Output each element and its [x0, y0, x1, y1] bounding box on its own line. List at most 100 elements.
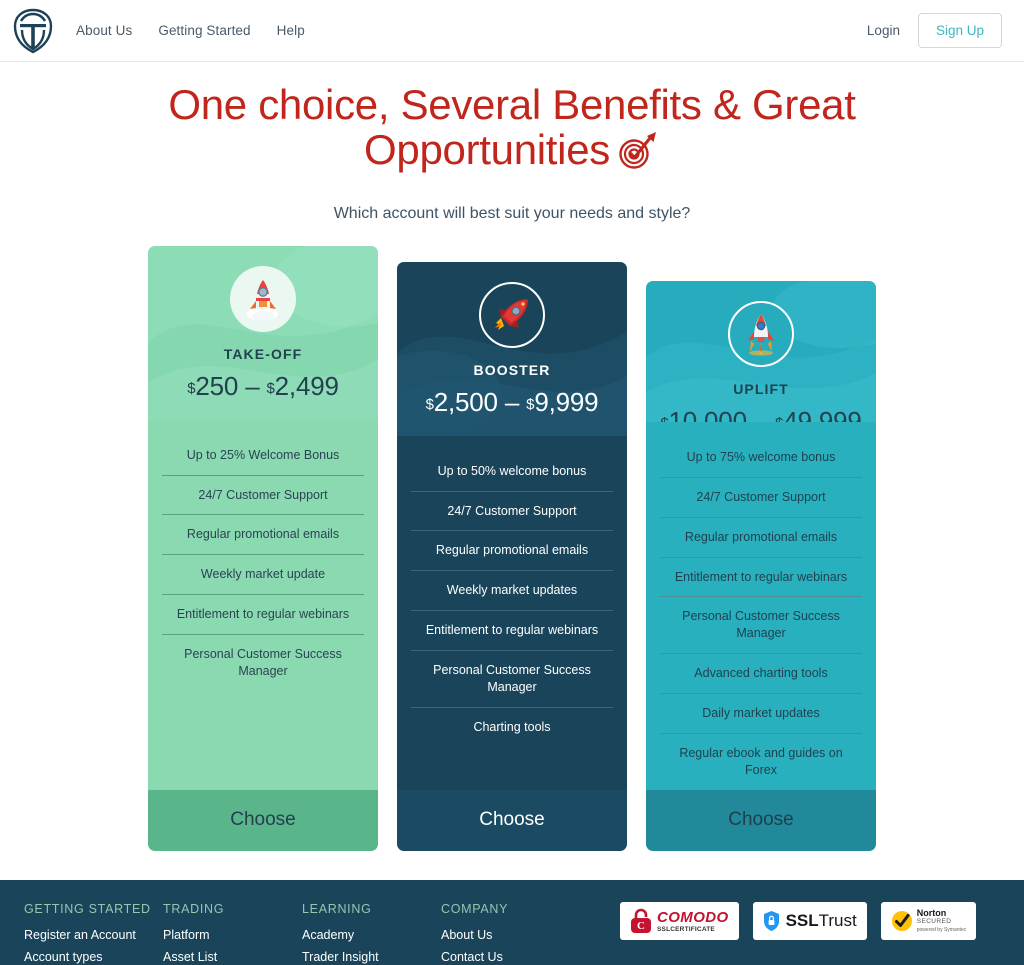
price-separator: –: [504, 386, 520, 417]
feature-item: Entitlement to regular webinars: [660, 556, 862, 597]
feature-item: Regular promotional emails: [411, 530, 613, 570]
comodo-ssl-badge[interactable]: C COMODO SSLCERTIFICATE: [620, 902, 739, 940]
page-title: One choice, Several Benefits & Great Opp…: [162, 82, 862, 179]
plan-icon-badge-take-off: [230, 265, 296, 332]
feature-list-booster: Up to 50% welcome bonus 24/7 Customer Su…: [397, 435, 627, 790]
feature-item: Personal Customer Success Manager: [660, 596, 862, 653]
price-min: 250: [195, 370, 239, 401]
sign-up-button[interactable]: Sign Up: [917, 13, 1002, 48]
hero-subtitle: Which account will best suit your needs …: [333, 204, 691, 222]
plan-price-uplift: $10,000 – $49,999: [646, 406, 876, 422]
plan-price-booster: $2,500 – $9,999: [397, 387, 627, 436]
feature-list-take-off: Up to 25% Welcome Bonus 24/7 Customer Su…: [148, 419, 378, 790]
top-navigation-bar: About Us Getting Started Help Login Sign…: [0, 0, 1024, 62]
feature-item: 24/7 Customer Support: [162, 474, 364, 515]
feature-item: Up to 25% Welcome Bonus: [186, 447, 340, 462]
footer-heading: TRADING: [163, 902, 225, 916]
feature-item: Regular promotional emails: [660, 516, 862, 557]
plan-name-booster: BOOSTER: [473, 361, 551, 378]
feature-item: Up to 50% welcome bonus: [437, 463, 587, 478]
ssl-shield-icon: [763, 911, 779, 931]
choose-button-take-off[interactable]: Choose: [148, 789, 378, 851]
price-max: 2,499: [274, 370, 339, 401]
currency-symbol: $: [660, 415, 668, 422]
feature-item: Regular promotional emails: [162, 514, 364, 554]
comodo-subtitle: SSLCERTIFICATE: [657, 926, 729, 933]
nav-link-about-us[interactable]: About Us: [76, 23, 132, 38]
footer-column-getting-started: GETTING STARTED Register an Account Acco…: [24, 902, 163, 965]
nav-link-help[interactable]: Help: [277, 23, 305, 38]
choose-button-booster[interactable]: Choose: [397, 789, 627, 851]
comodo-sub-bold: SSL: [657, 926, 671, 933]
ssltrust-name-bold: SSL: [785, 911, 819, 930]
feature-item: Entitlement to regular webinars: [411, 610, 613, 650]
rocket-launch-icon: [247, 279, 278, 321]
nav-link-getting-started[interactable]: Getting Started: [158, 23, 250, 38]
site-footer: GETTING STARTED Register an Account Acco…: [0, 880, 1024, 965]
price-min: 2,500: [433, 386, 498, 417]
price-max: 9,999: [534, 386, 599, 417]
feature-item: Regular ebook and guides on Forex: [660, 732, 862, 790]
currency-symbol: $: [266, 379, 275, 397]
feature-item: Personal Customer Success Manager: [411, 650, 613, 707]
feature-item: Weekly market updates: [411, 570, 613, 610]
plan-icon-badge-uplift: [728, 300, 794, 367]
footer-heading: GETTING STARTED: [24, 902, 151, 916]
footer-heading: LEARNING: [302, 902, 372, 916]
feature-item: Up to 75% welcome bonus: [686, 449, 836, 464]
feature-item: Charting tools: [411, 706, 613, 747]
footer-link[interactable]: About Us: [441, 928, 580, 942]
footer-column-trading: TRADING Platform Asset List: [163, 902, 302, 965]
feature-item: 24/7 Customer Support: [660, 476, 862, 517]
feature-item: Entitlement to regular webinars: [162, 594, 364, 634]
footer-link[interactable]: Account types: [24, 950, 163, 964]
primary-nav-links: About Us Getting Started Help: [76, 23, 305, 38]
trade-shield-logo-icon[interactable]: [12, 8, 54, 54]
norton-check-icon: [891, 911, 912, 931]
price-separator: –: [753, 405, 769, 422]
comodo-name: COMODO: [657, 909, 729, 926]
rocket-liftoff-icon: [748, 313, 774, 356]
pricing-plans-container: TAKE-OFF $250 – $2,499 Up to 25% Welcome…: [0, 245, 1024, 865]
rocket-diagonal-icon: [495, 298, 528, 330]
footer-link[interactable]: Trader Insight: [302, 950, 441, 964]
footer-link[interactable]: Platform: [163, 928, 302, 942]
price-max: 49,999: [783, 405, 862, 422]
nav-account-actions: Login Sign Up: [867, 13, 1002, 48]
comodo-lock-icon: C: [631, 908, 651, 933]
price-separator: –: [245, 370, 260, 401]
pricing-card-booster[interactable]: BOOSTER $2,500 – $9,999 Up to 50% welcom…: [397, 261, 627, 851]
page-title-text: One choice, Several Benefits & Great Opp…: [168, 81, 856, 174]
footer-link[interactable]: Register an Account: [24, 928, 163, 942]
footer-link[interactable]: Contact Us: [441, 950, 580, 964]
currency-symbol: $: [425, 395, 434, 413]
feature-item: Weekly market update: [162, 554, 364, 594]
norton-secured-badge[interactable]: Norton SECURED powered by Symantec: [880, 902, 977, 940]
feature-item: Daily market updates: [660, 693, 862, 733]
feature-item: 24/7 Customer Support: [411, 490, 613, 531]
norton-line-3: powered by Symantec: [916, 926, 967, 933]
plan-price-take-off: $250 – $2,499: [148, 371, 378, 420]
footer-heading: COMPANY: [441, 902, 509, 916]
feature-item: Personal Customer Success Manager: [162, 634, 364, 691]
card-header-take-off: TAKE-OFF $250 – $2,499: [148, 245, 378, 420]
footer-column-company: COMPANY About Us Contact Us: [441, 902, 580, 965]
svg-text:C: C: [637, 920, 645, 932]
dart-target-icon: [616, 130, 660, 178]
trust-badges: C COMODO SSLCERTIFICATE SSLTrust Norton …: [620, 902, 977, 965]
footer-link[interactable]: Asset List: [163, 950, 302, 964]
footer-column-learning: LEARNING Academy Trader Insight: [302, 902, 441, 965]
choose-button-uplift[interactable]: Choose: [646, 789, 876, 851]
ssltrust-badge[interactable]: SSLTrust: [752, 902, 867, 940]
pricing-card-take-off[interactable]: TAKE-OFF $250 – $2,499 Up to 25% Welcome…: [148, 245, 378, 851]
footer-link[interactable]: Academy: [302, 928, 441, 942]
hero-section: One choice, Several Benefits & Great Opp…: [0, 62, 1024, 223]
login-link[interactable]: Login: [867, 23, 900, 38]
pricing-card-uplift[interactable]: UPLIFT $10,000 – $49,999 Up to 75% welco…: [646, 280, 876, 851]
feature-item: Advanced charting tools: [660, 653, 862, 693]
plan-name-uplift: UPLIFT: [733, 380, 789, 397]
plan-icon-badge-booster: [479, 281, 545, 348]
ssltrust-name-light: Trust: [818, 911, 857, 930]
card-header-uplift: UPLIFT $10,000 – $49,999: [646, 280, 876, 422]
norton-line-2: SECURED: [916, 917, 952, 925]
